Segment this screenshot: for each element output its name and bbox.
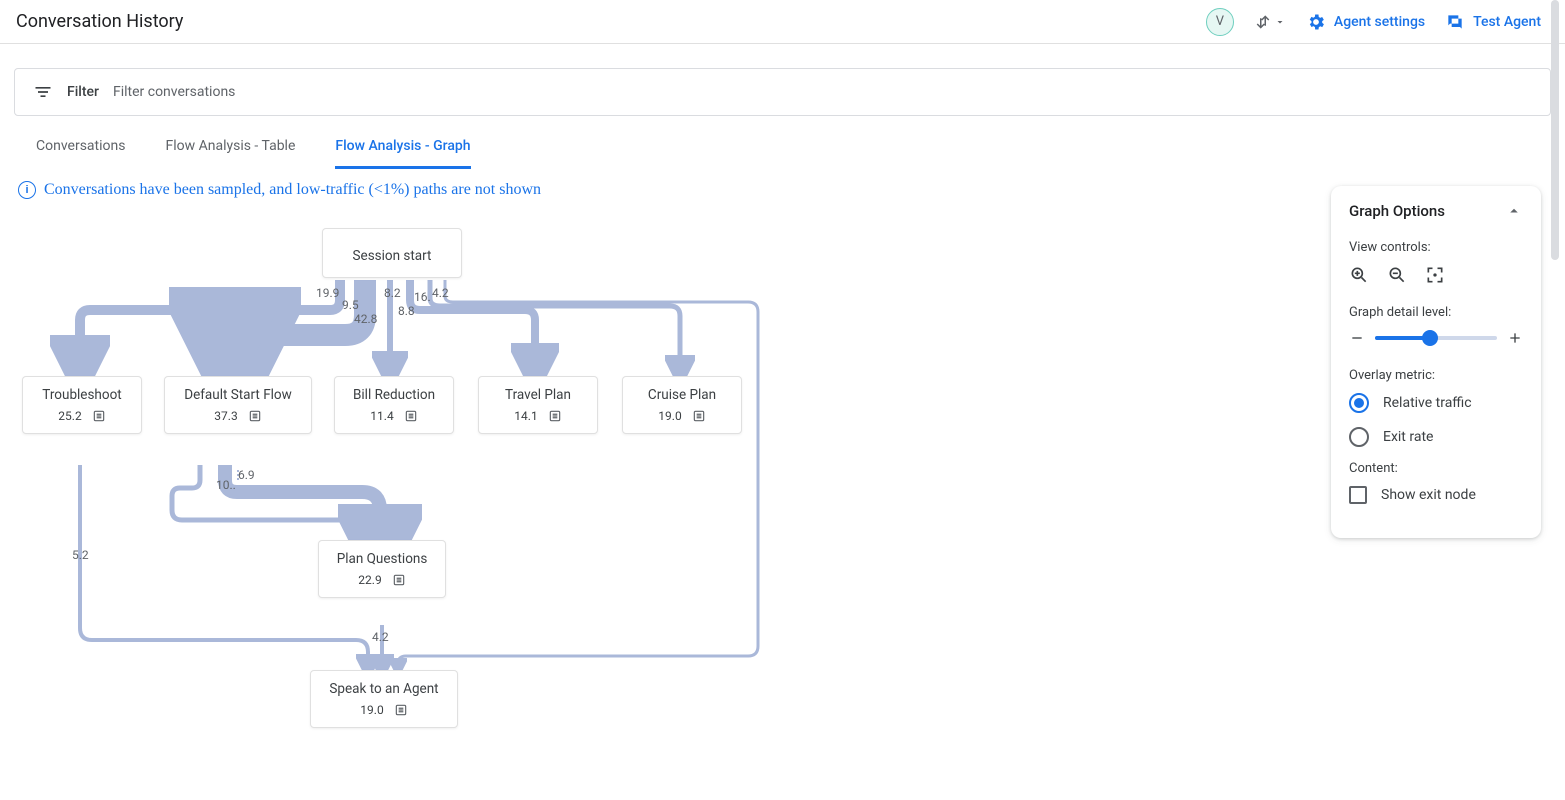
node-value: 14.1 — [514, 409, 537, 423]
node-bill-reduction[interactable]: Bill Reduction 11.4 — [334, 376, 454, 434]
node-value: 37.3 — [214, 409, 237, 423]
filter-label: Filter — [67, 84, 99, 100]
chat-icon — [1445, 12, 1465, 32]
radio-label: Relative traffic — [1383, 395, 1472, 411]
tab-flow-analysis-graph[interactable]: Flow Analysis - Graph — [335, 138, 470, 169]
edge-label: 16. — [414, 290, 431, 304]
overlay-metric-label: Overlay metric: — [1349, 368, 1523, 383]
list-icon — [404, 409, 418, 423]
radio-relative-traffic[interactable]: Relative traffic — [1349, 393, 1523, 413]
edge-label: 9.5 — [342, 298, 359, 312]
radio-exit-rate[interactable]: Exit rate — [1349, 427, 1523, 447]
zoom-out-icon[interactable] — [1387, 265, 1407, 285]
node-label: Default Start Flow — [165, 377, 311, 407]
graph-options-panel: Graph Options View controls: Graph detai… — [1331, 186, 1541, 538]
list-icon — [394, 703, 408, 717]
filter-icon — [33, 82, 53, 102]
node-value: 19.0 — [360, 703, 383, 717]
edge-label: 8.2 — [384, 286, 401, 300]
node-label: Cruise Plan — [623, 377, 741, 407]
fit-screen-icon[interactable] — [1425, 265, 1445, 285]
tab-flow-analysis-table[interactable]: Flow Analysis - Table — [165, 138, 295, 169]
chevron-down-icon — [1274, 16, 1286, 28]
edge-label: 4.2 — [432, 286, 449, 300]
node-value: 19.0 — [658, 409, 681, 423]
tabs: Conversations Flow Analysis - Table Flow… — [0, 138, 1565, 169]
radio-icon — [1349, 427, 1369, 447]
node-default-start-flow[interactable]: Default Start Flow 37.3 — [164, 376, 312, 434]
content-label: Content: — [1349, 461, 1523, 476]
list-icon — [692, 409, 706, 423]
edge-label: 5.2 — [72, 548, 89, 562]
node-label: Bill Reduction — [335, 377, 453, 407]
edge-label: 19.9 — [316, 286, 339, 300]
checkbox-icon — [1349, 486, 1367, 504]
zoom-in-icon[interactable] — [1349, 265, 1369, 285]
sort-menu[interactable] — [1254, 13, 1286, 31]
detail-level-label: Graph detail level: — [1349, 305, 1523, 320]
node-plan-questions[interactable]: Plan Questions 22.9 — [318, 540, 446, 598]
list-icon — [392, 573, 406, 587]
node-session-start[interactable]: Session start — [322, 228, 462, 278]
node-value: 25.2 — [58, 409, 81, 423]
node-label: Speak to an Agent — [311, 671, 457, 701]
node-label: Session start — [343, 238, 442, 268]
gear-icon — [1306, 12, 1326, 32]
swap-vert-icon — [1254, 13, 1272, 31]
node-travel-plan[interactable]: Travel Plan 14.1 — [478, 376, 598, 434]
filter-bar[interactable]: Filter Filter conversations — [14, 68, 1551, 116]
checkbox-label: Show exit node — [1381, 487, 1476, 503]
agent-settings-label: Agent settings — [1334, 14, 1425, 30]
plus-icon[interactable] — [1507, 330, 1523, 346]
edge-label: 4.2 — [372, 630, 389, 644]
test-agent-button[interactable]: Test Agent — [1445, 12, 1541, 32]
minus-icon[interactable] — [1349, 330, 1365, 346]
edge-label: 8.8 — [398, 304, 415, 318]
radio-icon — [1349, 393, 1369, 413]
radio-label: Exit rate — [1383, 429, 1433, 445]
checkbox-show-exit-node[interactable]: Show exit node — [1349, 486, 1523, 504]
node-label: Travel Plan — [479, 377, 597, 407]
node-value: 22.9 — [358, 573, 381, 587]
edge-label: 10.. — [216, 478, 236, 492]
list-icon — [548, 409, 562, 423]
edge-label: 6.9 — [238, 468, 255, 482]
detail-level-slider[interactable] — [1375, 336, 1497, 340]
chevron-up-icon[interactable] — [1505, 202, 1523, 220]
list-icon — [92, 409, 106, 423]
view-controls-label: View controls: — [1349, 240, 1523, 255]
node-cruise-plan[interactable]: Cruise Plan 19.0 — [622, 376, 742, 434]
header-bar: Conversation History V Agent settings Te… — [0, 0, 1565, 44]
node-speak-to-agent[interactable]: Speak to an Agent 19.0 — [310, 670, 458, 728]
header-actions: V Agent settings Test Agent — [1206, 8, 1541, 36]
node-troubleshoot[interactable]: Troubleshoot 25.2 — [22, 376, 142, 434]
graph-options-title: Graph Options — [1349, 202, 1445, 220]
agent-settings-button[interactable]: Agent settings — [1306, 12, 1425, 32]
edge-label: 42.8 — [354, 312, 377, 326]
test-agent-label: Test Agent — [1473, 14, 1541, 30]
node-label: Plan Questions — [319, 541, 445, 571]
vertical-scrollbar[interactable] — [1549, 0, 1561, 798]
page-title: Conversation History — [16, 11, 1206, 32]
list-icon — [248, 409, 262, 423]
node-label: Troubleshoot — [23, 377, 141, 407]
filter-placeholder: Filter conversations — [113, 84, 235, 100]
avatar[interactable]: V — [1206, 8, 1234, 36]
node-value: 11.4 — [370, 409, 393, 423]
tab-conversations[interactable]: Conversations — [36, 138, 125, 169]
